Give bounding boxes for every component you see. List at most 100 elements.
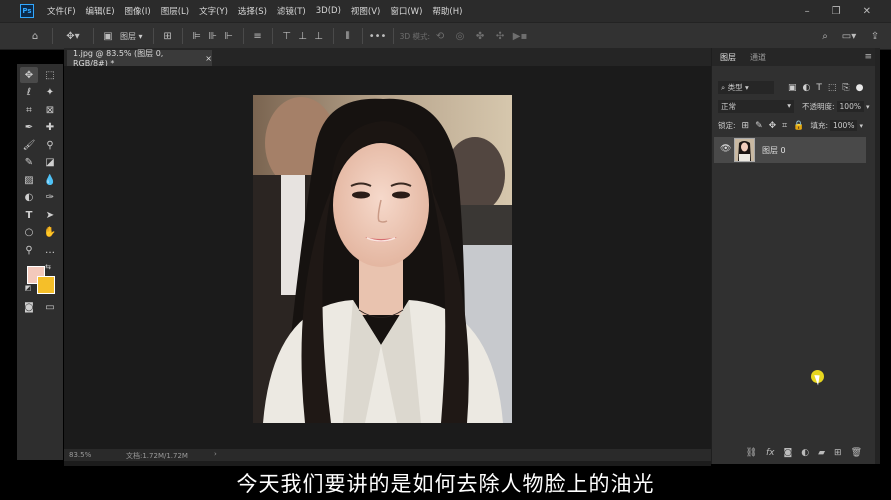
share-icon[interactable]: ⇪ [867, 26, 883, 46]
menu-view[interactable]: 视图(V) [346, 5, 385, 17]
slide-3d-icon[interactable]: ✣ [490, 26, 510, 46]
auto-select-icon[interactable]: ▣ [100, 26, 116, 46]
move-tool-icon[interactable]: ✥▾ [59, 26, 87, 46]
scale-3d-icon[interactable]: ▶▪ [510, 26, 530, 46]
filter-kind-dropdown[interactable]: ⌕ 类型 ▾ [718, 81, 774, 94]
pen-tool-icon[interactable]: ✑ [41, 189, 59, 205]
lock-all-icon[interactable]: 🔒 [793, 121, 804, 131]
distribute-icon[interactable]: ≡ [250, 26, 266, 46]
rotate-3d-icon[interactable]: ⟲ [430, 26, 450, 46]
menu-layer[interactable]: 图层(L) [156, 5, 194, 17]
new-layer-icon[interactable]: ⊞ [834, 448, 842, 458]
layer-row[interactable]: 👁 图层 0 [714, 137, 866, 163]
delete-layer-icon[interactable]: 🗑 [851, 448, 862, 458]
crop-tool-icon[interactable]: ⌗ [20, 102, 38, 118]
document-image[interactable] [253, 95, 512, 423]
frame-tool-icon[interactable]: ⊠ [41, 102, 59, 118]
healing-brush-icon[interactable]: ✚ [41, 119, 59, 135]
adjustment-layer-icon[interactable]: ◐ [801, 448, 809, 458]
transform-controls-icon[interactable]: ⊞ [160, 26, 176, 46]
layer-name[interactable]: 图层 0 [762, 145, 786, 156]
workspace-icon[interactable]: ▭▾ [837, 26, 861, 46]
align-left-icon[interactable]: ⊫ [189, 26, 205, 46]
opacity-value[interactable]: 100% [836, 101, 864, 112]
panel-scrollbar[interactable] [875, 48, 880, 464]
menu-filter[interactable]: 滤镜(T) [272, 5, 311, 17]
roll-3d-icon[interactable]: ◎ [450, 26, 470, 46]
filter-type-icon[interactable]: T [816, 83, 822, 93]
panel-menu-icon[interactable]: ≡ [864, 48, 872, 66]
fill-arrow-icon[interactable]: ▾ [859, 122, 863, 130]
gradient-tool-icon[interactable]: ▨ [20, 172, 38, 188]
more-tools-icon[interactable]: … [41, 242, 59, 258]
screen-mode-icon[interactable]: ▭ [41, 299, 59, 315]
link-layers-icon[interactable]: ⛓ [746, 448, 757, 458]
filter-adjustment-icon[interactable]: ◐ [803, 83, 811, 93]
hand-tool-icon[interactable]: ✋ [41, 224, 59, 240]
document-tab[interactable]: 1.jpg @ 83.5% (图层 0, RGB/8#) * × [67, 49, 212, 68]
shape-tool-icon[interactable]: ○ [20, 224, 38, 240]
align-center-icon[interactable]: ⊪ [205, 26, 221, 46]
zoom-tool-icon[interactable]: ⚲ [20, 242, 38, 258]
brush-tool-icon[interactable]: 🖌 [20, 137, 38, 153]
close-button[interactable]: ✕ [863, 6, 871, 17]
blur-tool-icon[interactable]: 💧 [41, 172, 59, 188]
minimize-button[interactable]: – [805, 6, 810, 17]
filter-pixel-icon[interactable]: ▣ [788, 83, 797, 93]
menu-help[interactable]: 帮助(H) [427, 5, 467, 17]
status-menu-arrow[interactable]: › [214, 450, 217, 458]
blend-mode-dropdown[interactable]: 正常 ▾ [718, 100, 794, 113]
distribute-vertical-icon[interactable]: ⦀ [340, 26, 356, 46]
align-right-icon[interactable]: ⊩ [221, 26, 237, 46]
eraser-tool-icon[interactable]: ◪ [41, 154, 59, 170]
menu-window[interactable]: 窗口(W) [385, 5, 427, 17]
swap-colors-icon[interactable]: ⇆ [43, 262, 53, 272]
align-bottom-icon[interactable]: ⊥ [311, 26, 327, 46]
clone-stamp-icon[interactable]: ⚲ [41, 137, 59, 153]
menu-select[interactable]: 选择(S) [233, 5, 272, 17]
eyedropper-icon[interactable]: ✒ [20, 119, 38, 135]
background-color-swatch[interactable] [37, 276, 55, 294]
tab-channels[interactable]: 通道 [750, 48, 766, 66]
zoom-level[interactable]: 83.5% [69, 451, 91, 459]
type-tool-icon[interactable]: T [20, 207, 38, 223]
lock-transparent-icon[interactable]: ⊞ [742, 121, 750, 131]
path-select-icon[interactable]: ➤ [41, 207, 59, 223]
home-icon[interactable]: ⌂ [24, 26, 46, 46]
lock-position-icon[interactable]: ✥ [769, 121, 777, 131]
menu-image[interactable]: 图像(I) [120, 5, 156, 17]
move-tool-icon[interactable]: ✥ [20, 67, 38, 83]
lasso-tool-icon[interactable]: ℓ [20, 84, 38, 100]
fill-value[interactable]: 100% [830, 120, 858, 131]
restore-button[interactable]: ❐ [832, 6, 841, 17]
filter-toggle-icon[interactable]: ● [856, 83, 864, 93]
tab-layers[interactable]: 图层 [720, 48, 736, 66]
history-brush-icon[interactable]: ✎ [20, 154, 38, 170]
close-tab-button[interactable]: × [205, 54, 212, 63]
search-icon[interactable]: ⌕ [817, 26, 833, 46]
canvas-area[interactable] [64, 66, 711, 449]
add-mask-icon[interactable]: ◙ [784, 448, 793, 458]
default-colors-icon[interactable]: ◩ [23, 283, 33, 293]
quick-mask-icon[interactable]: ◙ [20, 299, 38, 315]
menu-type[interactable]: 文字(Y) [194, 5, 233, 17]
magic-wand-icon[interactable]: ✦ [41, 84, 59, 100]
menu-file[interactable]: 文件(F) [42, 5, 81, 17]
layer-select-dropdown[interactable]: 图层 ▾ [116, 26, 147, 46]
marquee-tool-icon[interactable]: ⬚ [41, 67, 59, 83]
menu-edit[interactable]: 编辑(E) [81, 5, 120, 17]
drag-3d-icon[interactable]: ✤ [470, 26, 490, 46]
more-options-icon[interactable]: ••• [369, 26, 387, 46]
new-group-icon[interactable]: ▰ [818, 448, 825, 458]
lock-artboard-icon[interactable]: ⌗ [782, 121, 787, 131]
align-middle-icon[interactable]: ⊥ [295, 26, 311, 46]
menu-3d[interactable]: 3D(D) [311, 6, 346, 16]
lock-pixels-icon[interactable]: ✎ [755, 121, 763, 131]
opacity-arrow-icon[interactable]: ▾ [866, 103, 870, 111]
align-top-icon[interactable]: ⊤ [279, 26, 295, 46]
eye-icon[interactable]: 👁 [720, 144, 731, 154]
layer-style-icon[interactable]: fx [766, 448, 775, 458]
filter-shape-icon[interactable]: ⬚ [828, 83, 837, 93]
filter-smart-object-icon[interactable]: ⎘ [842, 83, 849, 93]
dodge-tool-icon[interactable]: ◐ [20, 189, 38, 205]
